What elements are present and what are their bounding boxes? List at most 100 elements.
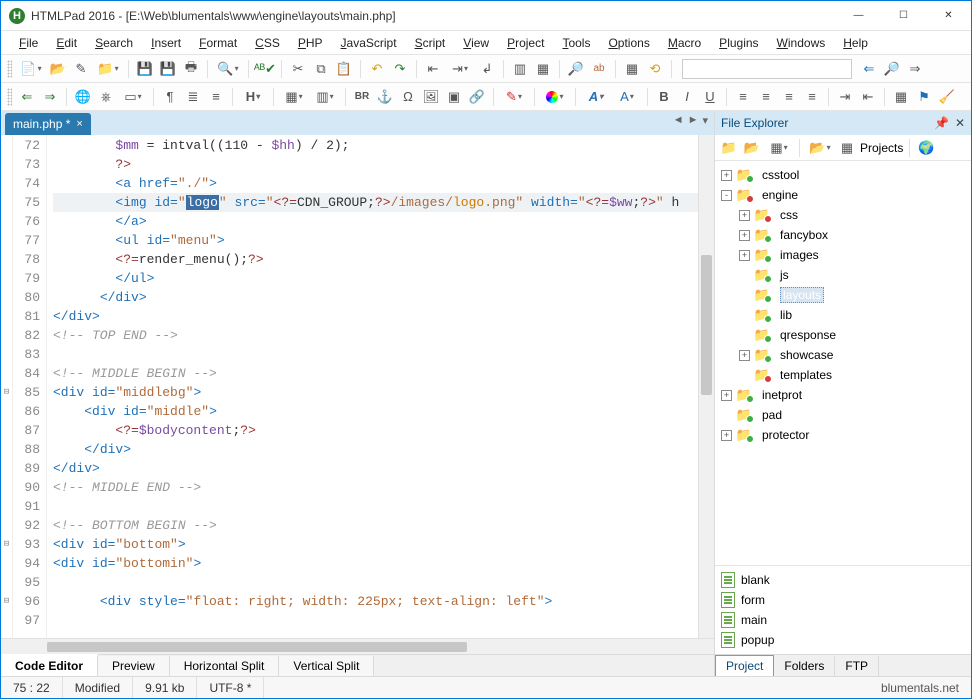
wrap-button[interactable]: ↲: [477, 59, 497, 79]
tree-expander-icon[interactable]: +: [739, 230, 750, 241]
outdent-button[interactable]: ⇤: [423, 59, 443, 79]
link-button[interactable]: 🔗: [467, 87, 487, 107]
vertical-scrollbar[interactable]: [698, 135, 714, 638]
nav-prev-button[interactable]: ⇐: [17, 87, 37, 107]
status-brand[interactable]: blumentals.net: [881, 681, 971, 695]
align-justify-button[interactable]: ≡: [802, 87, 822, 107]
file-item-form[interactable]: form: [721, 590, 965, 610]
redo-button[interactable]: ↷: [390, 59, 410, 79]
tree-expander-icon[interactable]: -: [721, 190, 732, 201]
tree-expander-icon[interactable]: +: [721, 430, 732, 441]
menu-tools[interactable]: Tools: [554, 34, 598, 52]
new-file-button[interactable]: 📄▾: [17, 59, 45, 79]
font-color-button[interactable]: A▾: [582, 87, 610, 107]
menu-javascript[interactable]: JavaScript: [333, 34, 405, 52]
debug-button[interactable]: ⟲: [645, 59, 665, 79]
insert-table-button[interactable]: ▦▾: [280, 87, 308, 107]
code-content[interactable]: $mm = intval((110 - $hh) / 2); ?> <a hre…: [47, 135, 698, 638]
menu-view[interactable]: View: [455, 34, 497, 52]
tree-item-fancybox[interactable]: +📁fancybox: [717, 225, 969, 245]
address-combo[interactable]: [682, 59, 852, 79]
menu-project[interactable]: Project: [499, 34, 552, 52]
nav-next-button[interactable]: ⇒: [40, 87, 60, 107]
tab-next-icon[interactable]: ►: [688, 114, 699, 127]
tree-item-images[interactable]: +📁images: [717, 245, 969, 265]
tab-prev-icon[interactable]: ◄: [673, 114, 684, 127]
fold-gutter[interactable]: ⊟⊟⊟: [1, 135, 13, 638]
browser-globe-button[interactable]: 🌐: [73, 87, 93, 107]
nav-fwd-button[interactable]: ⇒: [905, 59, 925, 79]
color-picker-button[interactable]: ▾: [541, 87, 569, 107]
br-button[interactable]: BR: [352, 87, 372, 107]
nav-back-button[interactable]: ⇐: [859, 59, 879, 79]
panel2-button[interactable]: ▦: [533, 59, 553, 79]
tree-item-protector[interactable]: +📁protector: [717, 425, 969, 445]
explorer-tab-folders[interactable]: Folders: [774, 656, 835, 676]
menu-php[interactable]: PHP: [290, 34, 331, 52]
pilcrow-button[interactable]: ¶: [160, 87, 180, 107]
print-button[interactable]: 🖶: [181, 59, 201, 79]
tree-item-templates[interactable]: 📁templates: [717, 365, 969, 385]
explorer-world-button[interactable]: 🌍: [916, 138, 936, 158]
spellcheck-button[interactable]: ᴬᴮ✔: [255, 59, 275, 79]
underline-button[interactable]: U: [700, 87, 720, 107]
tree-expander-icon[interactable]: +: [721, 170, 732, 181]
tree-expander-icon[interactable]: +: [739, 350, 750, 361]
ul-button[interactable]: ≣: [183, 87, 203, 107]
tree-item-inetprot[interactable]: +📁inetprot: [717, 385, 969, 405]
file-item-main[interactable]: main: [721, 610, 965, 630]
tree-item-csstool[interactable]: +📁csstool: [717, 165, 969, 185]
view-tab-vertical-split[interactable]: Vertical Split: [279, 656, 374, 676]
browser-menu-button[interactable]: ▭▾: [119, 87, 147, 107]
save-all-button[interactable]: 💾: [158, 59, 178, 79]
menu-windows[interactable]: Windows: [769, 34, 834, 52]
cleanup-button[interactable]: 🧹: [937, 87, 957, 107]
tree-expander-icon[interactable]: +: [739, 210, 750, 221]
tree-expander-icon[interactable]: +: [739, 250, 750, 261]
tab-close-icon[interactable]: ×: [76, 118, 82, 130]
tree-expander-icon[interactable]: +: [721, 390, 732, 401]
highlighter-button[interactable]: ✎▾: [500, 87, 528, 107]
tidy-button[interactable]: ⚑: [914, 87, 934, 107]
file-item-blank[interactable]: blank: [721, 570, 965, 590]
maximize-button[interactable]: ☐: [881, 1, 926, 30]
status-encoding[interactable]: UTF-8 *: [197, 677, 264, 698]
tree-item-engine[interactable]: -📁engine: [717, 185, 969, 205]
find-button[interactable]: 🔎: [566, 59, 586, 79]
tab-menu-icon[interactable]: ▾: [702, 114, 708, 127]
menu-file[interactable]: File: [11, 34, 46, 52]
align-right-button[interactable]: ≡: [779, 87, 799, 107]
menu-options[interactable]: Options: [600, 34, 657, 52]
align-left-button[interactable]: ≡: [733, 87, 753, 107]
file-tab-main-php[interactable]: main.php * ×: [5, 113, 91, 135]
align-center-button[interactable]: ≡: [756, 87, 776, 107]
menu-macro[interactable]: Macro: [660, 34, 709, 52]
horizontal-scrollbar[interactable]: [1, 638, 714, 654]
menu-plugins[interactable]: Plugins: [711, 34, 766, 52]
open-recent-button[interactable]: 📁▾: [94, 59, 122, 79]
toolbar-grip-icon[interactable]: [7, 60, 12, 78]
bold-button[interactable]: B: [654, 87, 674, 107]
italic-button[interactable]: I: [677, 87, 697, 107]
close-button[interactable]: ✕: [926, 1, 971, 30]
menu-edit[interactable]: Edit: [48, 34, 85, 52]
explorer-tab-ftp[interactable]: FTP: [835, 656, 879, 676]
font-face-button[interactable]: A▾: [613, 87, 641, 107]
menu-insert[interactable]: Insert: [143, 34, 189, 52]
panel1-button[interactable]: ▥: [510, 59, 530, 79]
toolbar-grip-icon[interactable]: [7, 88, 12, 106]
view-tab-code-editor[interactable]: Code Editor: [1, 654, 98, 676]
browser-home-button[interactable]: ⎈: [96, 87, 116, 107]
insert-layout-button[interactable]: ▥▾: [311, 87, 339, 107]
tree-item-showcase[interactable]: +📁showcase: [717, 345, 969, 365]
image-button[interactable]: 🖼: [421, 87, 441, 107]
indent-button[interactable]: ⇥▾: [446, 59, 474, 79]
minimize-button[interactable]: —: [836, 1, 881, 30]
tree-item-lib[interactable]: 📁lib: [717, 305, 969, 325]
explorer-projects-label[interactable]: Projects: [860, 141, 903, 155]
code-editor[interactable]: ⊟⊟⊟ 727374757677787980818283848586878889…: [1, 135, 714, 638]
save-button[interactable]: 💾: [135, 59, 155, 79]
explorer-open-button[interactable]: 📂▾: [806, 138, 834, 158]
view-tab-preview[interactable]: Preview: [98, 656, 170, 676]
copy-button[interactable]: ⧉: [311, 59, 331, 79]
